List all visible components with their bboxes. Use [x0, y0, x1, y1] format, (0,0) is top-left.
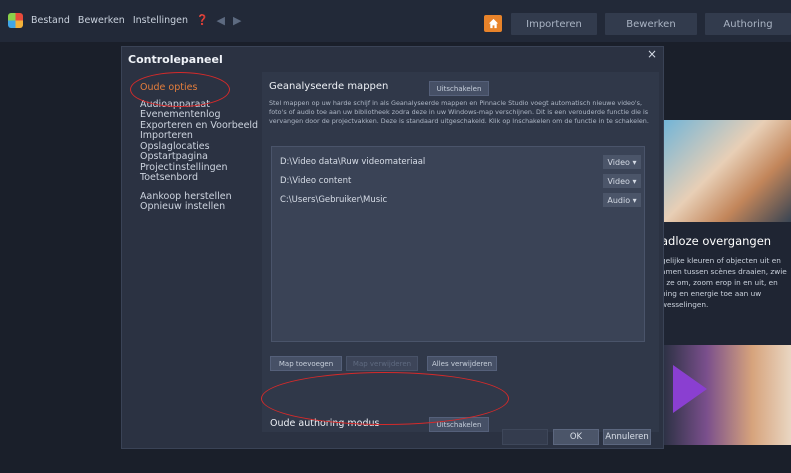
folder-type-label: Audio — [607, 195, 631, 205]
promo-image-top — [661, 120, 791, 222]
folder-path: C:\Users\Gebruiker\Music — [280, 195, 388, 205]
close-icon[interactable]: × — [647, 47, 657, 61]
undo-icon[interactable]: ◀ — [216, 14, 224, 27]
annotation-ellipse-sidebar — [130, 72, 230, 107]
promo-panel: adloze overgangen gelijke kleuren of obj… — [661, 120, 791, 445]
home-icon — [488, 18, 498, 29]
tab-importeren[interactable]: Importeren — [511, 13, 597, 35]
sidebar-item-evenementenlog[interactable]: Evenementenlog — [140, 109, 258, 121]
remove-folder-button[interactable]: Map verwijderen — [346, 356, 418, 371]
sidebar-item-toetsenbord[interactable]: Toetsenbord — [140, 172, 258, 184]
tab-bewerken[interactable]: Bewerken — [605, 13, 697, 35]
folder-type-select[interactable]: Audio ▾ — [603, 193, 641, 207]
folder-list[interactable]: D:\Video data\Ruw videomateriaal Video ▾… — [271, 146, 645, 342]
cancel-button[interactable]: Annuleren — [603, 429, 651, 445]
folder-path: D:\Video content — [280, 176, 352, 186]
sidebar-item-opstartpagina[interactable]: Opstartpagina — [140, 151, 258, 163]
menu-bestand[interactable]: Bestand — [31, 15, 70, 26]
disable-watched-folders-button[interactable]: Uitschakelen — [429, 81, 489, 96]
tab-authoring[interactable]: Authoring — [705, 13, 791, 35]
play-shape-icon — [673, 365, 707, 413]
add-folder-button[interactable]: Map toevoegen — [270, 356, 342, 371]
app-logo-icon — [8, 13, 23, 28]
watched-folders-title: Geanalyseerde mappen — [269, 81, 389, 92]
watched-folders-description: Stel mappen op uw harde schijf in als Ge… — [269, 99, 649, 125]
menu-bar: Bestand Bewerken Instellingen ❓ ◀ ▶ — [8, 13, 241, 28]
redo-icon[interactable]: ▶ — [233, 14, 241, 27]
list-item[interactable]: D:\Video data\Ruw videomateriaal Video ▾ — [272, 154, 646, 170]
folder-path: D:\Video data\Ruw videomateriaal — [280, 157, 426, 167]
menu-bewerken[interactable]: Bewerken — [78, 15, 125, 26]
ok-button[interactable]: OK — [553, 429, 599, 445]
annotation-ellipse-authoring — [261, 372, 509, 425]
menu-instellingen[interactable]: Instellingen — [133, 15, 188, 26]
top-bar: Bestand Bewerken Instellingen ❓ ◀ ▶ Impo… — [0, 0, 791, 42]
folder-type-select[interactable]: Video ▾ — [603, 155, 641, 169]
promo-image-bottom — [661, 345, 791, 445]
folder-type-label: Video — [607, 157, 630, 167]
footer-disabled-button[interactable] — [502, 429, 548, 445]
list-item[interactable]: D:\Video content Video ▾ — [272, 173, 646, 189]
list-item[interactable]: C:\Users\Gebruiker\Music Audio ▾ — [272, 192, 646, 208]
remove-all-button[interactable]: Alles verwijderen — [427, 356, 497, 371]
home-button[interactable] — [484, 15, 502, 32]
sidebar-item-opnieuw-instellen[interactable]: Opnieuw instellen — [140, 201, 258, 213]
folder-type-select[interactable]: Video ▾ — [603, 174, 641, 188]
folder-type-label: Video — [607, 176, 630, 186]
promo-text: gelijke kleuren of objecten uit en amen … — [661, 256, 787, 309]
promo-title: adloze overgangen — [661, 234, 772, 248]
dialog-title: Controlepaneel — [128, 53, 223, 66]
help-icon[interactable]: ❓ — [196, 15, 208, 26]
sidebar-item-importeren[interactable]: Importeren — [140, 130, 258, 142]
